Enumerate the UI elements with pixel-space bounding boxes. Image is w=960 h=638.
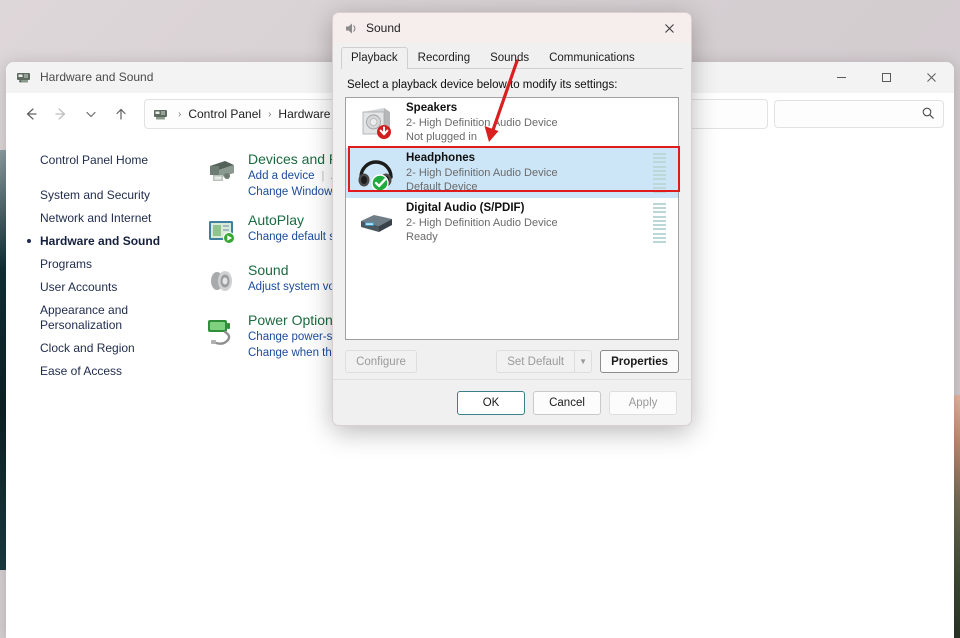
device-row-speakers[interactable]: Speakers 2- High Definition Audio Device…	[346, 98, 678, 148]
sound-dialog-actions: Configure Set Default ▼ Properties	[333, 340, 691, 373]
control-panel-sidebar: Control Panel Home System and Security N…	[6, 135, 192, 638]
device-name: Speakers	[406, 102, 458, 114]
sound-dialog-footer: OK Cancel Apply	[333, 379, 691, 425]
volume-meter	[653, 153, 666, 193]
tab-label: Communications	[549, 52, 635, 64]
volume-meter	[653, 203, 666, 243]
back-button[interactable]	[16, 99, 46, 129]
speaker-device-icon	[354, 101, 398, 145]
properties-button[interactable]: Properties	[600, 350, 679, 373]
sidebar-item-control-panel-home[interactable]: Control Panel Home	[26, 149, 190, 172]
link-divider: |	[321, 170, 325, 182]
device-row-digital-audio[interactable]: Digital Audio (S/PDIF) 2- High Definitio…	[346, 198, 678, 248]
sidebar-item-network-and-internet[interactable]: Network and Internet	[26, 207, 190, 230]
chevron-down-icon[interactable]: ▼	[574, 350, 593, 373]
button-label: Apply	[628, 396, 658, 409]
minimize-button[interactable]	[819, 62, 864, 92]
maximize-button[interactable]	[864, 62, 909, 92]
sidebar-item-appearance-and-personalization[interactable]: Appearance and Personalization	[26, 299, 190, 337]
close-button[interactable]	[909, 62, 954, 92]
sound-icon	[343, 21, 358, 36]
sidebar-item-label: User Accounts	[40, 280, 118, 294]
button-label: Properties	[611, 355, 668, 368]
autoplay-icon	[202, 212, 240, 250]
sound-dialog-title: Sound	[366, 21, 401, 35]
printer-icon	[202, 151, 240, 189]
battery-icon	[202, 312, 240, 350]
ok-button[interactable]: OK	[457, 390, 525, 415]
search-input[interactable]	[774, 100, 944, 128]
sidebar-item-clock-and-region[interactable]: Clock and Region	[26, 337, 190, 360]
device-status: Not plugged in	[406, 131, 477, 143]
sidebar-item-hardware-and-sound[interactable]: Hardware and Sound	[26, 230, 190, 253]
sidebar-item-label: Ease of Access	[40, 364, 123, 378]
up-button[interactable]	[106, 99, 136, 129]
sidebar-item-system-and-security[interactable]: System and Security	[26, 184, 190, 207]
sound-dialog-titlebar: Sound	[333, 13, 691, 43]
sidebar-item-label: Hardware and Sound	[40, 234, 161, 248]
sound-dialog: Sound Playback Recording Sounds Communic…	[332, 12, 692, 426]
device-description: 2- High Definition Audio Device	[406, 167, 558, 179]
button-label: Cancel	[549, 396, 585, 409]
sidebar-item-user-accounts[interactable]: User Accounts	[26, 276, 190, 299]
control-panel-icon	[16, 69, 32, 85]
device-status: Default Device	[406, 181, 478, 193]
category-link[interactable]: Adjust system volu	[248, 279, 344, 295]
category-title[interactable]: AutoPlay	[248, 211, 345, 229]
sidebar-item-label: Appearance and Personalization	[40, 303, 129, 332]
forward-button[interactable]	[46, 99, 76, 129]
control-panel-title: Hardware and Sound	[40, 70, 154, 84]
sidebar-item-ease-of-access[interactable]: Ease of Access	[26, 360, 190, 383]
device-name: Digital Audio (S/PDIF)	[406, 202, 525, 214]
breadcrumb-separator: ›	[178, 108, 182, 120]
background-window-right-edge	[954, 395, 960, 638]
category-link[interactable]: Add a device	[248, 168, 315, 184]
sidebar-item-label: Network and Internet	[40, 211, 152, 225]
breadcrumb-separator: ›	[268, 108, 272, 120]
search-icon	[921, 106, 935, 123]
device-row-headphones[interactable]: Headphones 2- High Definition Audio Devi…	[346, 148, 678, 198]
set-default-button[interactable]: Set Default	[496, 350, 575, 373]
button-label: Set Default	[507, 355, 565, 368]
device-description: 2- High Definition Audio Device	[406, 217, 558, 229]
category-title[interactable]: Sound	[248, 261, 344, 279]
configure-button[interactable]: Configure	[345, 350, 417, 373]
sidebar-item-label: Clock and Region	[40, 341, 135, 355]
set-default-split-button: Set Default ▼	[496, 350, 593, 373]
sidebar-item-label: Control Panel Home	[40, 153, 149, 167]
cancel-button[interactable]: Cancel	[533, 390, 601, 415]
window-controls	[819, 62, 954, 92]
sound-dialog-tabstrip: Playback Recording Sounds Communications	[333, 43, 691, 69]
sidebar-item-label: System and Security	[40, 188, 151, 202]
playback-device-prompt: Select a playback device below to modify…	[347, 79, 618, 91]
tab-label: Sounds	[490, 52, 530, 64]
sidebar-item-programs[interactable]: Programs	[26, 253, 190, 276]
apply-button[interactable]: Apply	[609, 390, 677, 415]
device-description: 2- High Definition Audio Device	[406, 117, 558, 129]
sidebar-item-label: Programs	[40, 257, 93, 271]
button-label: Configure	[356, 355, 406, 368]
tab-label: Recording	[417, 52, 471, 64]
device-status: Ready	[406, 231, 438, 243]
breadcrumb-control-panel-icon	[153, 106, 169, 122]
tab-recording[interactable]: Recording	[408, 47, 480, 69]
device-name: Headphones	[406, 152, 476, 164]
category-link[interactable]: Change default set	[248, 229, 345, 245]
headphones-device-icon	[354, 151, 398, 195]
recent-locations-button[interactable]	[76, 99, 106, 129]
breadcrumb-item-control-panel[interactable]: Control Panel	[186, 107, 263, 121]
sound-speaker-icon	[202, 262, 240, 300]
button-label: ▼	[579, 357, 588, 366]
tab-label: Playback	[351, 52, 398, 64]
button-label: OK	[482, 396, 500, 409]
tab-communications[interactable]: Communications	[539, 47, 645, 69]
playback-device-list[interactable]: Speakers 2- High Definition Audio Device…	[345, 97, 679, 340]
spdif-device-icon	[354, 201, 398, 245]
sound-dialog-close-button[interactable]	[647, 13, 691, 43]
tab-playback[interactable]: Playback	[341, 47, 408, 69]
tab-sounds[interactable]: Sounds	[480, 47, 539, 69]
